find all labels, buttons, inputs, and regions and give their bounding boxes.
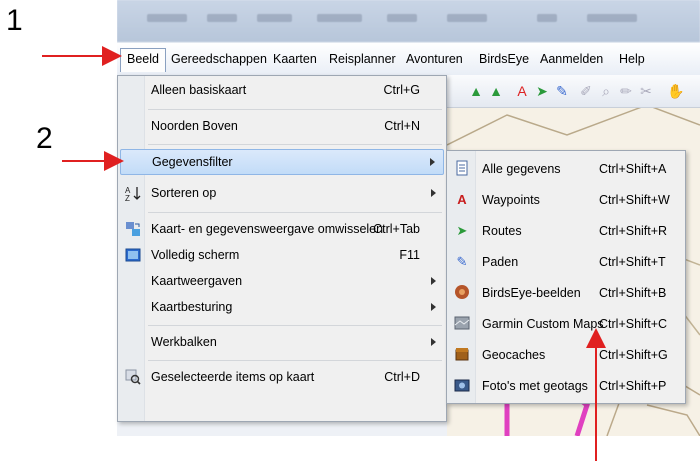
annotation-arrows (42, 46, 606, 461)
